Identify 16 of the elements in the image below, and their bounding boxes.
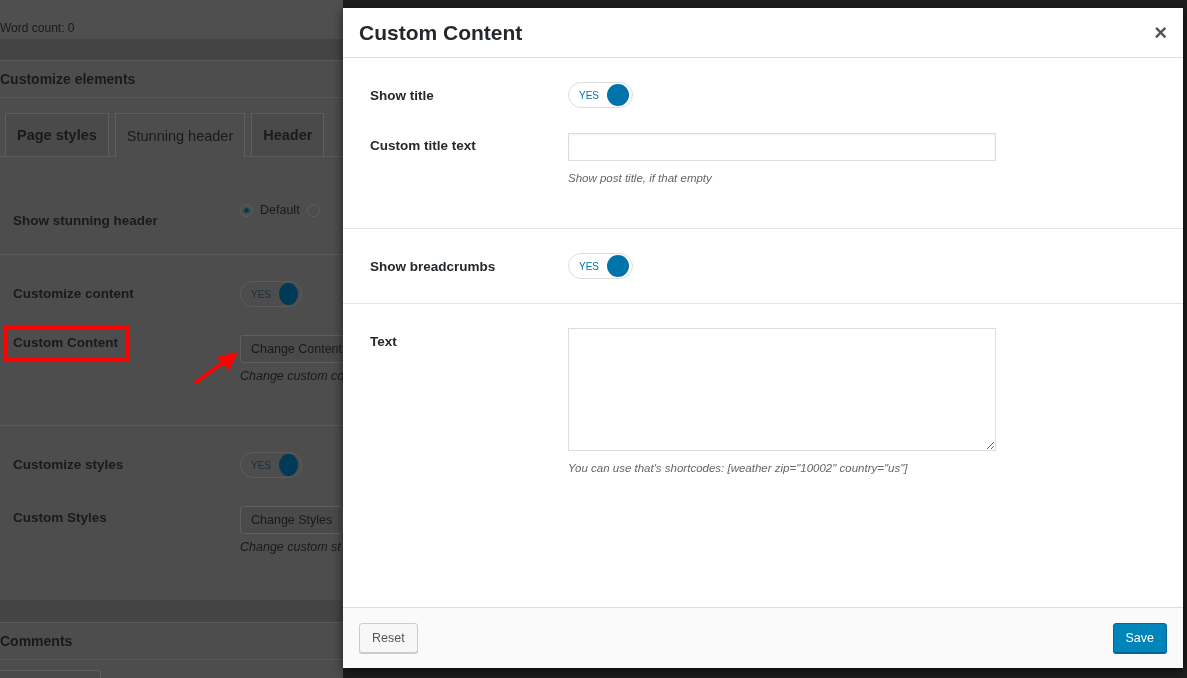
help-text: You can use that's shortcodes: [weather zip="10002" country="us"] xyxy=(568,462,909,474)
field-label: Show breadcrumbs xyxy=(370,259,497,276)
field-label: Text xyxy=(370,334,398,351)
title-input[interactable] xyxy=(568,133,996,161)
reset-button[interactable]: Reset xyxy=(359,623,418,653)
radio-button[interactable] xyxy=(240,203,253,217)
pointer-arrow xyxy=(193,351,239,385)
close-button[interactable]: × xyxy=(1154,19,1167,46)
save-button[interactable]: Save xyxy=(1112,623,1167,653)
field-label: Custom title text xyxy=(370,138,477,155)
toggle-switch[interactable]: YES xyxy=(568,253,633,279)
field-label: Show title xyxy=(370,88,435,105)
text-area[interactable] xyxy=(568,328,996,451)
dialog-title: Custom Content xyxy=(359,20,523,45)
help-text: Show post title, if that empty xyxy=(568,172,713,184)
toggle-switch[interactable]: YES xyxy=(568,82,633,108)
